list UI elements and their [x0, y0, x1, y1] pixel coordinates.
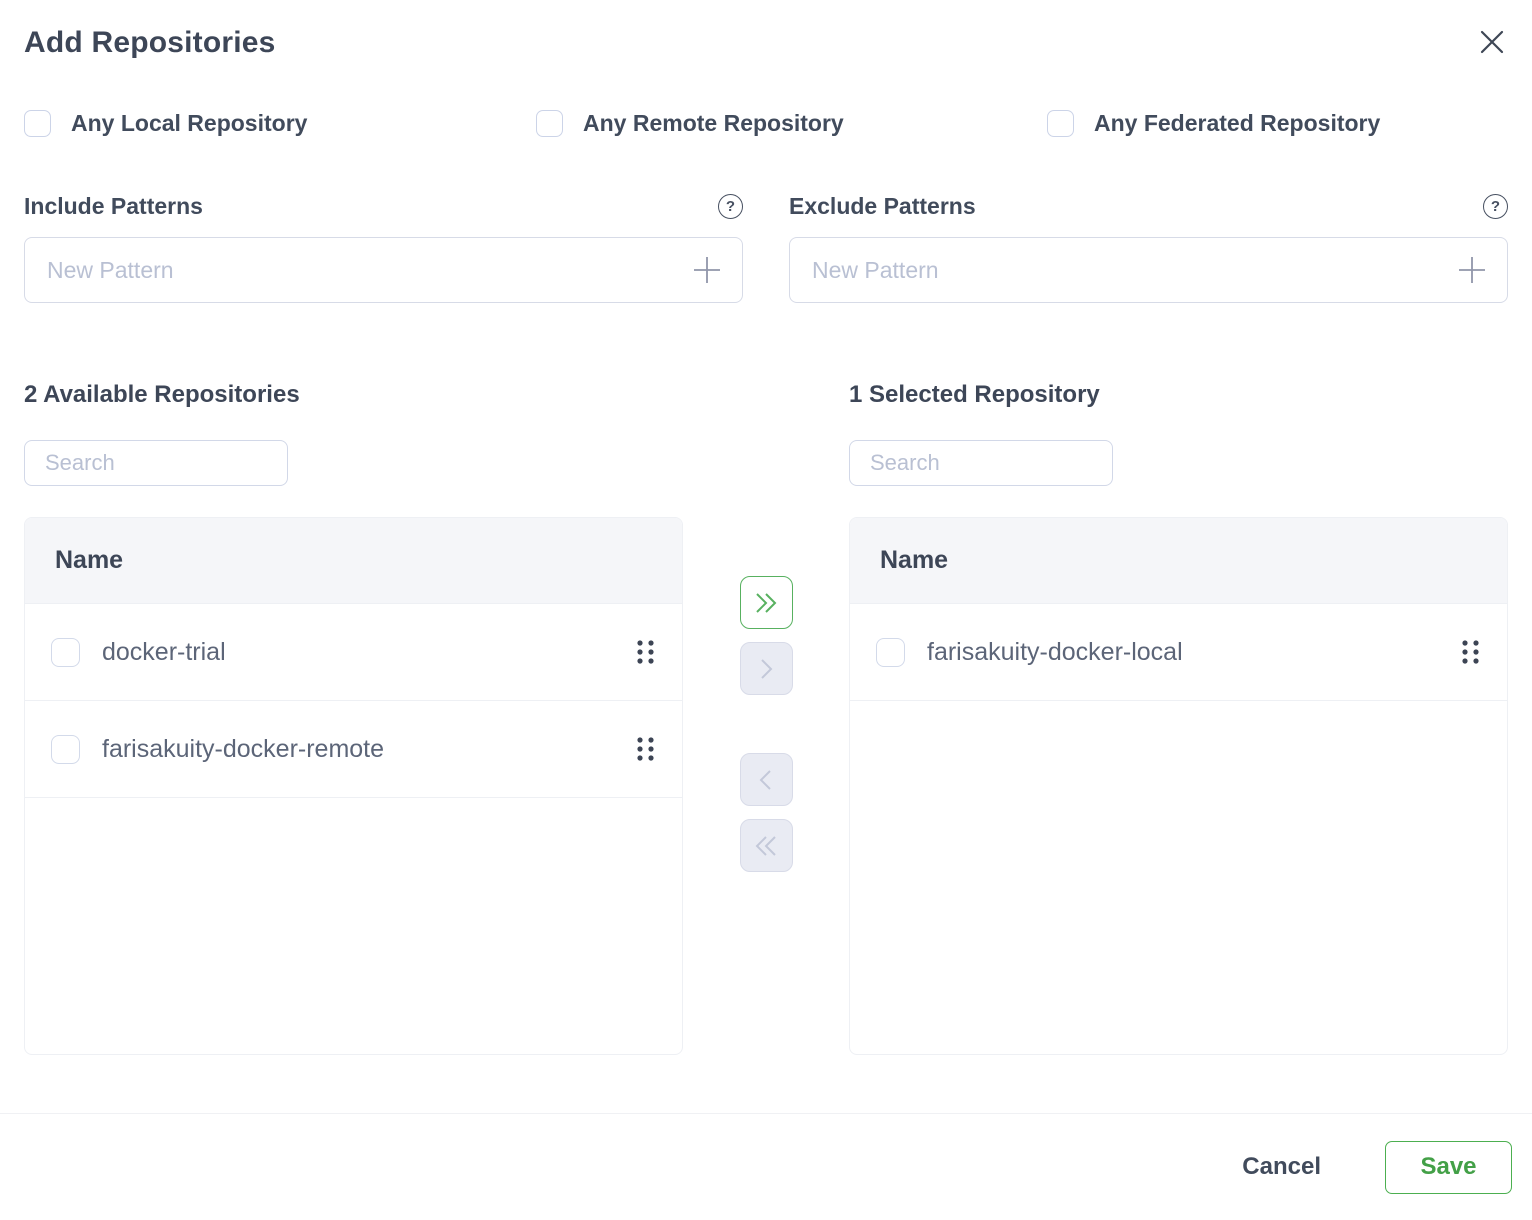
- plus-icon: [692, 255, 722, 285]
- table-row[interactable]: farisakuity-docker-local: [850, 604, 1507, 701]
- selected-repos-table: Name farisakuity-docker-local: [849, 517, 1508, 1055]
- selected-name-column-header: Name: [850, 518, 1507, 604]
- any-remote-label: Any Remote Repository: [583, 110, 844, 137]
- save-button[interactable]: Save: [1385, 1141, 1512, 1194]
- any-local-checkbox[interactable]: [24, 110, 51, 137]
- table-row[interactable]: docker-trial: [25, 604, 682, 701]
- selected-heading: 1 Selected Repository: [849, 381, 1508, 409]
- available-name-column-header: Name: [25, 518, 682, 604]
- exclude-help-icon[interactable]: ?: [1483, 194, 1508, 219]
- include-patterns-label: Include Patterns: [24, 193, 203, 220]
- include-help-icon[interactable]: ?: [718, 194, 743, 219]
- close-button[interactable]: [1474, 24, 1510, 60]
- any-federated-checkbox[interactable]: [1047, 110, 1074, 137]
- dialog-header: Add Repositories: [0, 0, 1532, 60]
- selected-search-input[interactable]: [849, 440, 1113, 486]
- dialog-footer: Cancel Save: [0, 1113, 1532, 1220]
- patterns-section: Include Patterns ? Exclude Patterns ?: [24, 193, 1508, 303]
- move-right-icon: [754, 657, 778, 681]
- plus-icon: [1457, 255, 1487, 285]
- any-remote-checkbox[interactable]: [536, 110, 563, 137]
- move-all-right-icon: [751, 591, 781, 615]
- exclude-pattern-input[interactable]: [790, 238, 1507, 302]
- repo-name: docker-trial: [102, 638, 635, 667]
- include-add-pattern-button[interactable]: [690, 253, 724, 287]
- any-federated-label: Any Federated Repository: [1094, 110, 1380, 137]
- cancel-button[interactable]: Cancel: [1242, 1153, 1321, 1181]
- row-checkbox[interactable]: [51, 638, 80, 667]
- drag-handle-icon[interactable]: [1460, 638, 1481, 666]
- available-search-input[interactable]: [24, 440, 288, 486]
- page-title: Add Repositories: [24, 26, 1508, 60]
- repo-name: farisakuity-docker-local: [927, 638, 1460, 667]
- available-repos-table: Name docker-trial farisakuity-docker-r: [24, 517, 683, 1055]
- row-checkbox[interactable]: [876, 638, 905, 667]
- any-local-label: Any Local Repository: [71, 110, 307, 137]
- move-all-right-button[interactable]: [740, 576, 793, 629]
- repositories-transfer-section: 2 Available Repositories Name docker-tri…: [24, 381, 1508, 1055]
- exclude-add-pattern-button[interactable]: [1455, 253, 1489, 287]
- move-all-left-button[interactable]: [740, 819, 793, 872]
- row-checkbox[interactable]: [51, 735, 80, 764]
- selected-repositories-panel: 1 Selected Repository Name farisakuity-d…: [849, 381, 1508, 1055]
- checkbox-any-remote-repository[interactable]: Any Remote Repository: [536, 110, 1047, 137]
- drag-handle-icon[interactable]: [635, 735, 656, 763]
- move-left-icon: [754, 768, 778, 792]
- move-left-button[interactable]: [740, 753, 793, 806]
- checkbox-any-federated-repository[interactable]: Any Federated Repository: [1047, 110, 1508, 137]
- repo-type-row: Any Local Repository Any Remote Reposito…: [24, 110, 1508, 137]
- include-pattern-input[interactable]: [25, 238, 742, 302]
- include-pattern-field: [24, 237, 743, 303]
- drag-handle-icon[interactable]: [635, 638, 656, 666]
- available-heading: 2 Available Repositories: [24, 381, 683, 409]
- checkbox-any-local-repository[interactable]: Any Local Repository: [24, 110, 536, 137]
- repo-name: farisakuity-docker-remote: [102, 735, 635, 764]
- exclude-patterns-label: Exclude Patterns: [789, 193, 976, 220]
- close-icon: [1477, 27, 1507, 57]
- move-all-left-icon: [751, 834, 781, 858]
- move-right-button[interactable]: [740, 642, 793, 695]
- exclude-pattern-field: [789, 237, 1508, 303]
- transfer-buttons: [683, 381, 849, 1055]
- exclude-patterns-block: Exclude Patterns ?: [789, 193, 1508, 303]
- include-patterns-block: Include Patterns ?: [24, 193, 743, 303]
- available-repositories-panel: 2 Available Repositories Name docker-tri…: [24, 381, 683, 1055]
- table-row[interactable]: farisakuity-docker-remote: [25, 701, 682, 798]
- add-repositories-dialog: Add Repositories Any Local Repository An…: [0, 0, 1532, 1220]
